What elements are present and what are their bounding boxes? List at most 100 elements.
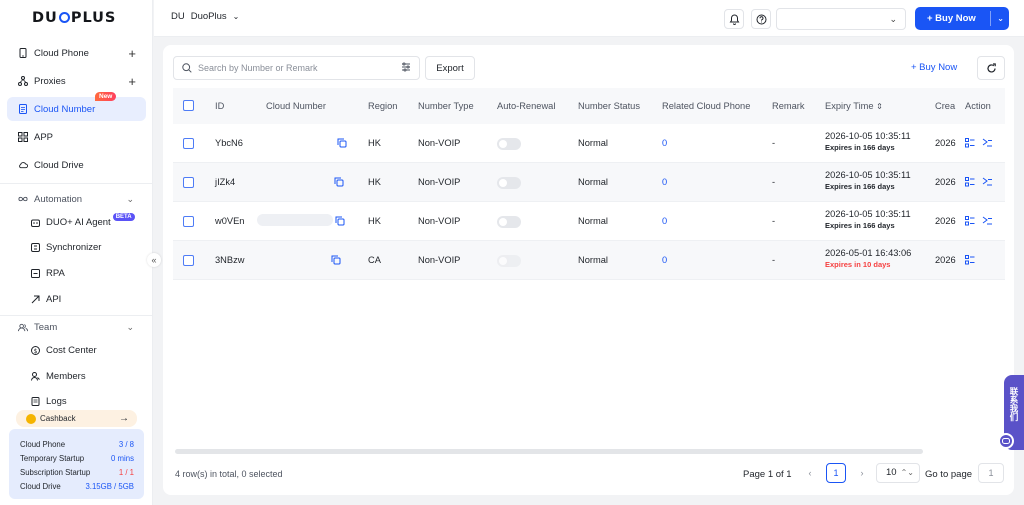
table-row: 3NBzw CA Non-VOIP Normal 0 - 2026-05-01 … <box>173 241 1005 280</box>
sidebar-item-label: Cost Center <box>46 344 97 356</box>
sidebar-item-label: Cloud Drive <box>34 159 84 171</box>
expiry-datetime: 2026-10-05 10:35:11 <box>825 131 911 141</box>
cashback-banner[interactable]: Cashback → <box>16 410 137 427</box>
view-details-icon[interactable] <box>965 138 975 151</box>
cell-related-cloud-phone[interactable]: 0 <box>662 138 667 148</box>
robot-icon <box>31 218 40 227</box>
export-button[interactable]: Export <box>425 56 475 80</box>
sidebar-item-cloud-number[interactable]: Cloud Number New <box>7 92 146 121</box>
copy-icon[interactable] <box>334 177 344 190</box>
duoplus-logo[interactable]: DU PLUS <box>32 10 116 26</box>
top-select[interactable]: ⌄ <box>776 8 906 30</box>
column-header-expiry-time[interactable]: Expiry Time ⇕ <box>825 88 883 124</box>
row-checkbox[interactable] <box>183 216 194 227</box>
workspace-avatar: DU <box>171 11 185 22</box>
sidebar-item-cloud-drive[interactable]: Cloud Drive <box>7 153 146 177</box>
row-checkbox[interactable] <box>183 177 194 188</box>
help-button[interactable] <box>751 9 771 29</box>
workspace-switcher[interactable]: DU DuoPlus ⌄ <box>171 11 239 22</box>
sidebar-item-label: Cloud Number <box>34 103 96 115</box>
auto-renewal-toggle[interactable] <box>497 216 521 228</box>
chat-bubble-icon[interactable] <box>998 433 1014 449</box>
sidebar-item-cloud-phone[interactable]: Cloud Phone + <box>7 41 146 65</box>
sidebar-item-label: RPA <box>46 267 65 279</box>
buy-now-link[interactable]: + Buy Now <box>911 62 957 73</box>
column-header-created: Crea <box>935 101 956 111</box>
select-all-checkbox[interactable] <box>183 100 194 111</box>
sidebar-item-cost-center[interactable]: $ Cost Center <box>31 341 97 359</box>
bind-phone-icon[interactable] <box>982 216 993 229</box>
new-badge: New <box>95 92 117 101</box>
cell-related-cloud-phone[interactable]: 0 <box>662 177 667 187</box>
column-header-cloud-number: Cloud Number <box>266 101 326 111</box>
add-proxy-icon[interactable]: + <box>128 74 136 89</box>
view-details-icon[interactable] <box>965 216 975 229</box>
sidebar-item-rpa[interactable]: RPA <box>31 264 65 282</box>
copy-icon[interactable] <box>331 255 341 268</box>
sidebar-divider <box>0 315 153 316</box>
sidebar-item-api[interactable]: API <box>31 290 61 308</box>
cell-number-type: Non-VOIP <box>418 216 461 226</box>
cell-number-type: Non-VOIP <box>418 255 461 265</box>
notification-button[interactable] <box>724 9 744 29</box>
sidebar-item-app[interactable]: APP <box>7 125 146 149</box>
auto-renewal-toggle[interactable] <box>497 138 521 150</box>
buy-now-button[interactable]: + Buy Now ⌄ <box>915 7 1009 30</box>
cell-expiry-time: 2026-10-05 10:35:11 Expires in 166 days <box>825 131 911 152</box>
prev-page-button[interactable]: ‹ <box>800 463 820 483</box>
horizontal-scrollbar[interactable] <box>175 449 923 454</box>
cloud-icon <box>18 160 28 170</box>
bell-icon <box>729 13 739 25</box>
next-page-button[interactable]: › <box>852 463 872 483</box>
search-box[interactable] <box>173 56 420 80</box>
goto-page-label: Go to page <box>925 469 973 480</box>
chevron-down-icon[interactable]: ⌄ <box>997 14 1004 23</box>
cell-created: 2026 <box>935 138 956 148</box>
cell-related-cloud-phone[interactable]: 0 <box>662 216 667 226</box>
row-checkbox[interactable] <box>183 138 194 149</box>
logo-o-mark <box>58 12 70 23</box>
add-cloud-phone-icon[interactable]: + <box>128 46 136 61</box>
search-input[interactable] <box>198 63 398 73</box>
sidebar-item-ai-agent[interactable]: DUO+ AI Agent BETA <box>31 213 135 231</box>
copy-icon[interactable] <box>337 138 347 151</box>
sidebar-divider <box>0 183 153 184</box>
auto-renewal-toggle[interactable] <box>497 177 521 189</box>
sidebar-item-logs[interactable]: Logs <box>31 392 67 410</box>
sidebar-item-members[interactable]: Members <box>31 367 86 385</box>
bind-phone-icon[interactable] <box>982 138 993 151</box>
cell-created: 2026 <box>935 255 956 265</box>
cell-remark: - <box>772 138 776 148</box>
bind-phone-icon[interactable] <box>982 177 993 190</box>
view-details-icon[interactable] <box>965 255 975 268</box>
sidebar-group-automation[interactable]: Automation ⌄ <box>7 189 146 209</box>
top-bar: DU DuoPlus ⌄ ⌄ + Buy Now ⌄ <box>154 0 1024 37</box>
cell-remark: - <box>772 177 776 187</box>
sidebar-item-label: APP <box>34 131 54 143</box>
goto-page-input[interactable]: 1 <box>978 463 1004 483</box>
cell-related-cloud-phone[interactable]: 0 <box>662 255 667 265</box>
group-label: Automation <box>34 193 83 205</box>
copy-icon[interactable] <box>335 216 345 229</box>
usage-row-cloud-drive: Cloud Drive 3.15GB / 5GB <box>20 479 134 493</box>
cashback-label: Cashback <box>40 414 76 423</box>
collapse-sidebar-button[interactable]: « <box>147 253 161 267</box>
page-size-select[interactable]: 10 ⌃⌄ <box>876 463 920 483</box>
contact-us-widget[interactable]: 联系我们 <box>998 375 1024 450</box>
sidebar-item-label: Proxies <box>34 75 66 87</box>
sidebar-group-team[interactable]: Team ⌄ <box>7 317 146 337</box>
expiry-datetime: 2026-05-01 16:43:06 <box>825 248 912 258</box>
sidebar-item-synchronizer[interactable]: Synchronizer <box>31 238 101 256</box>
filter-icon[interactable] <box>401 62 411 75</box>
page-button-current[interactable]: 1 <box>826 463 846 483</box>
buy-now-label: + Buy Now <box>927 13 976 24</box>
sort-icon[interactable]: ⇕ <box>876 102 883 111</box>
sidebar-item-proxies[interactable]: Proxies + <box>7 69 146 93</box>
usage-label: Subscription Startup <box>20 467 91 477</box>
chevron-down-icon: ⌄ <box>126 193 134 204</box>
refresh-button[interactable] <box>977 56 1005 80</box>
document-icon <box>18 104 28 114</box>
auto-renewal-toggle[interactable] <box>497 255 521 267</box>
view-details-icon[interactable] <box>965 177 975 190</box>
row-checkbox[interactable] <box>183 255 194 266</box>
